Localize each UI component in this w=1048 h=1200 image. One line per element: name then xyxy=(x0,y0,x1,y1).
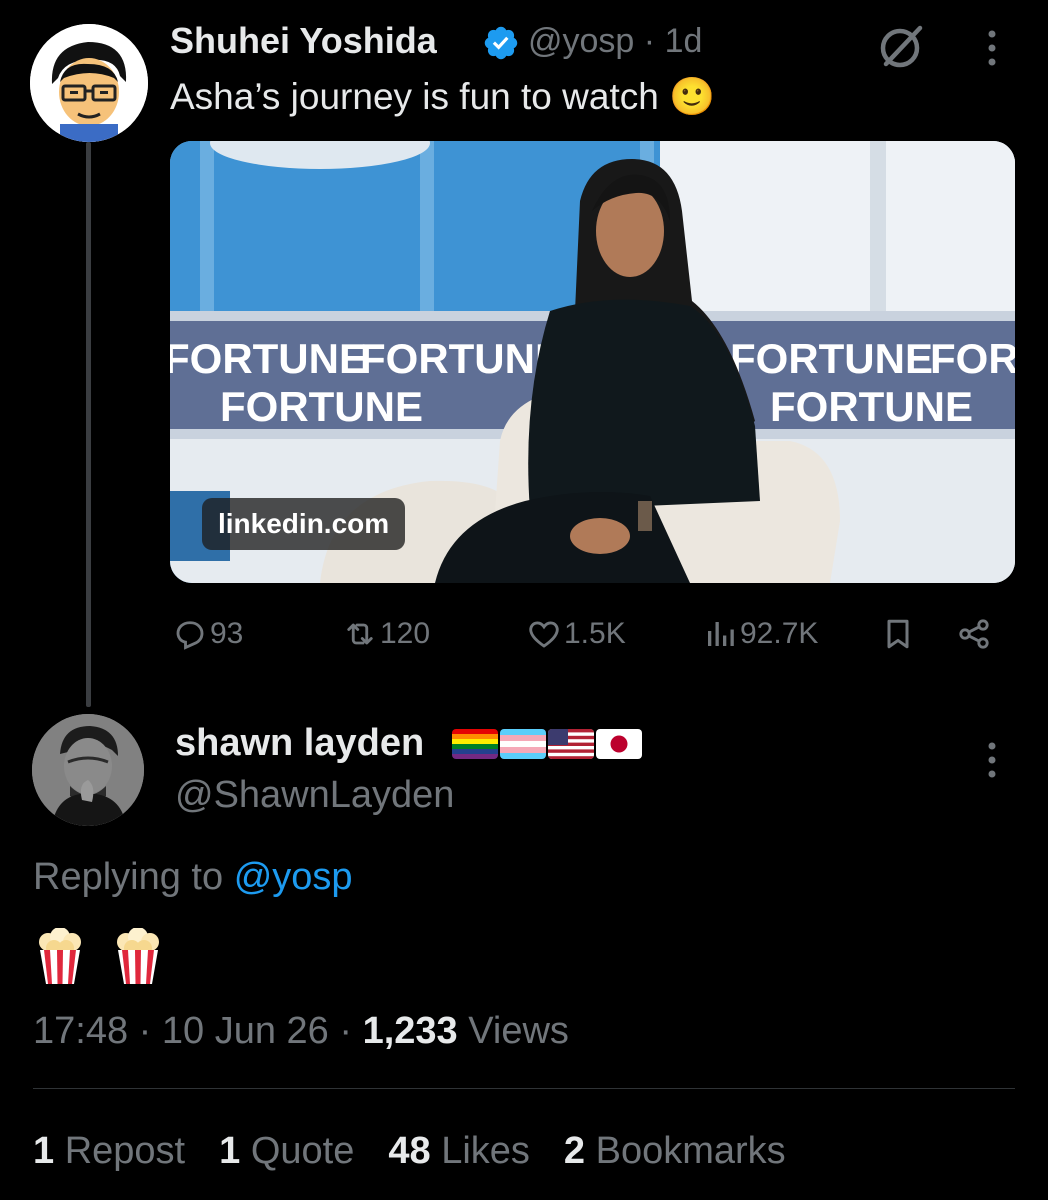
views-button[interactable]: 92.7K xyxy=(702,610,818,658)
quotes-count: 1 xyxy=(219,1130,241,1172)
bookmarks-stat[interactable]: 2 Bookmarks xyxy=(564,1130,786,1173)
views-count[interactable]: 1,233 xyxy=(363,1010,458,1052)
separator-dot: · xyxy=(339,1010,353,1052)
transgender-flag-icon xyxy=(500,729,546,759)
tweet-age[interactable]: 1d xyxy=(665,22,703,60)
replying-to: Replying to @yosp xyxy=(33,856,353,899)
reply-icon xyxy=(176,621,204,650)
thread-line xyxy=(86,142,91,707)
tweet-text: Asha’s journey is fun to watch 🙂 xyxy=(170,76,715,119)
banner-text: FORTUNE xyxy=(220,383,423,430)
quotes-label: Quote xyxy=(250,1130,355,1172)
rainbow-flag-icon xyxy=(452,729,498,759)
reply-count: 93 xyxy=(210,617,244,650)
like-button[interactable]: 1.5K xyxy=(526,610,626,658)
likes-stat[interactable]: 48 Likes xyxy=(388,1130,530,1173)
popcorn-icon xyxy=(117,928,159,984)
banner-text: FORTUNE xyxy=(930,335,1015,382)
bookmark-button[interactable] xyxy=(880,610,918,658)
reply-button[interactable]: 93 xyxy=(172,610,243,658)
repost-count: 120 xyxy=(380,617,431,650)
avatar-shuhei-yoshida[interactable] xyxy=(30,24,148,142)
likes-count: 48 xyxy=(388,1130,431,1172)
author-name[interactable]: Shuhei Yoshida xyxy=(170,20,437,62)
us-flag-icon xyxy=(548,729,594,759)
banner-text: FORTUNE xyxy=(360,335,563,382)
reply-author-name[interactable]: shawn layden xyxy=(175,722,424,765)
reposts-count: 1 xyxy=(33,1130,55,1172)
reply-author-handle[interactable]: @ShawnLayden xyxy=(175,774,454,817)
share-button[interactable] xyxy=(956,610,994,658)
reposts-stat[interactable]: 1 Repost xyxy=(33,1130,185,1173)
quotes-stat[interactable]: 1 Quote xyxy=(219,1130,354,1173)
author-handle[interactable]: @yosp xyxy=(528,22,634,60)
tweet-body: Asha’s journey is fun to watch xyxy=(170,76,659,117)
banner-text: FORTUNE xyxy=(170,335,367,382)
replying-to-mention[interactable]: @yosp xyxy=(234,856,353,898)
grok-icon[interactable] xyxy=(876,20,928,72)
tweet-date[interactable]: 10 Jun 26 xyxy=(162,1010,329,1052)
bookmarks-count: 2 xyxy=(563,1130,586,1172)
popcorn-icon xyxy=(39,928,81,984)
separator-dot: · xyxy=(643,22,656,60)
bookmarks-label: Bookmarks xyxy=(595,1130,786,1172)
more-options-icon[interactable] xyxy=(980,26,1004,70)
repost-button[interactable]: 120 xyxy=(342,610,430,658)
more-options-icon[interactable] xyxy=(980,738,1004,782)
views-label[interactable]: Views xyxy=(468,1010,569,1052)
japan-flag-icon xyxy=(596,729,642,759)
verified-badge-icon xyxy=(482,24,520,62)
tweet-time[interactable]: 17:48 xyxy=(33,1010,128,1052)
heart-icon xyxy=(529,621,559,648)
avatar-shawn-layden[interactable] xyxy=(32,714,144,826)
handle-and-age[interactable]: @yosp · 1d xyxy=(528,22,702,61)
slight-smile-emoji: 🙂 xyxy=(669,76,716,117)
bookmark-icon xyxy=(887,619,909,649)
analytics-icon xyxy=(708,622,734,646)
likes-label: Likes xyxy=(441,1130,530,1172)
repost-icon xyxy=(347,623,373,645)
reposts-label: Repost xyxy=(64,1130,186,1172)
separator-dot: · xyxy=(138,1010,152,1052)
share-icon xyxy=(959,619,989,649)
flag-emojis xyxy=(452,729,642,759)
banner-text: FORTUNE xyxy=(730,335,933,382)
like-count: 1.5K xyxy=(564,617,626,650)
tweet-meta: 17:48 · 10 Jun 26 · 1,233 Views xyxy=(33,1010,569,1053)
link-domain-badge[interactable]: linkedin.com xyxy=(202,498,406,550)
engagement-stats: 1 Repost 1 Quote 48 Likes 2 Bookmarks xyxy=(33,1130,786,1173)
divider xyxy=(33,1088,1015,1089)
banner-text: FORTUNE xyxy=(770,383,973,430)
replying-to-label: Replying to xyxy=(33,856,224,898)
views-count: 92.7K xyxy=(740,617,819,650)
reply-text: 🍿 🍿 xyxy=(36,928,162,984)
